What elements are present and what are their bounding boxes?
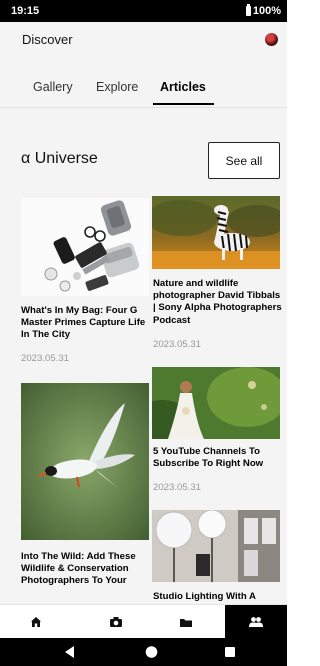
- tab-articles[interactable]: Articles: [160, 80, 206, 94]
- article-date: 2023.05.31: [21, 353, 70, 364]
- status-right: 100%: [245, 4, 281, 17]
- article-image-bird[interactable]: [21, 383, 149, 540]
- status-time: 19:15: [11, 5, 40, 17]
- folder-icon: [180, 618, 192, 627]
- tab-explore[interactable]: Explore: [96, 80, 138, 94]
- article-date: 2023.05.31: [153, 482, 202, 493]
- article-title[interactable]: What's In My Bag: Four G Master Primes C…: [21, 305, 151, 342]
- article-title[interactable]: Studio Lighting With A: [153, 591, 283, 603]
- nav-home[interactable]: [0, 605, 72, 639]
- system-home-button[interactable]: [145, 645, 158, 664]
- zebra-photo-illustration: [152, 196, 280, 269]
- avatar[interactable]: [265, 32, 278, 46]
- bride-photo-illustration: [152, 367, 280, 439]
- tern-bird-photo-illustration: [21, 383, 149, 540]
- article-title[interactable]: 5 YouTube Channels To Subscribe To Right…: [153, 446, 283, 470]
- recents-square-icon: [225, 647, 235, 657]
- studio-photo-illustration: [152, 510, 280, 582]
- article-image-zebra[interactable]: [152, 196, 280, 269]
- nav-community[interactable]: [225, 605, 287, 639]
- bottom-navigation: [0, 604, 287, 639]
- battery-icon: [245, 4, 251, 16]
- tab-gallery[interactable]: Gallery: [33, 80, 73, 94]
- status-bar: 19:15 100%: [0, 0, 287, 22]
- page-title: Discover: [22, 31, 73, 47]
- home-circle-icon: [145, 646, 158, 658]
- see-all-button[interactable]: See all: [208, 142, 280, 179]
- back-triangle-icon: [65, 646, 74, 658]
- nav-camera[interactable]: [80, 605, 152, 639]
- articles-feed[interactable]: α Universe See all What's In My Bag: Fou…: [0, 108, 287, 604]
- article-title[interactable]: Into The Wild: Add These Wildlife & Cons…: [21, 551, 146, 588]
- community-icon: [249, 617, 263, 627]
- nav-folder[interactable]: [150, 605, 222, 639]
- section-title: α Universe: [21, 150, 98, 167]
- article-image-bride[interactable]: [152, 367, 280, 439]
- app-header: Discover: [0, 22, 287, 56]
- article-date: 2023.05.31: [153, 339, 202, 350]
- article-image-studio[interactable]: [152, 510, 280, 582]
- system-navigation-bar: [0, 638, 287, 666]
- active-tab-indicator: [153, 103, 214, 105]
- system-recents-button[interactable]: [224, 645, 236, 664]
- article-image-bag[interactable]: [21, 198, 149, 296]
- home-icon: [31, 617, 41, 627]
- camera-icon: [110, 617, 122, 627]
- tab-bar: Gallery Explore Articles: [0, 56, 287, 108]
- system-back-button[interactable]: [64, 645, 76, 664]
- gear-flatlay-illustration: [21, 198, 149, 296]
- battery-level: 100%: [252, 5, 281, 17]
- article-title[interactable]: Nature and wildlife photographer David T…: [153, 278, 283, 327]
